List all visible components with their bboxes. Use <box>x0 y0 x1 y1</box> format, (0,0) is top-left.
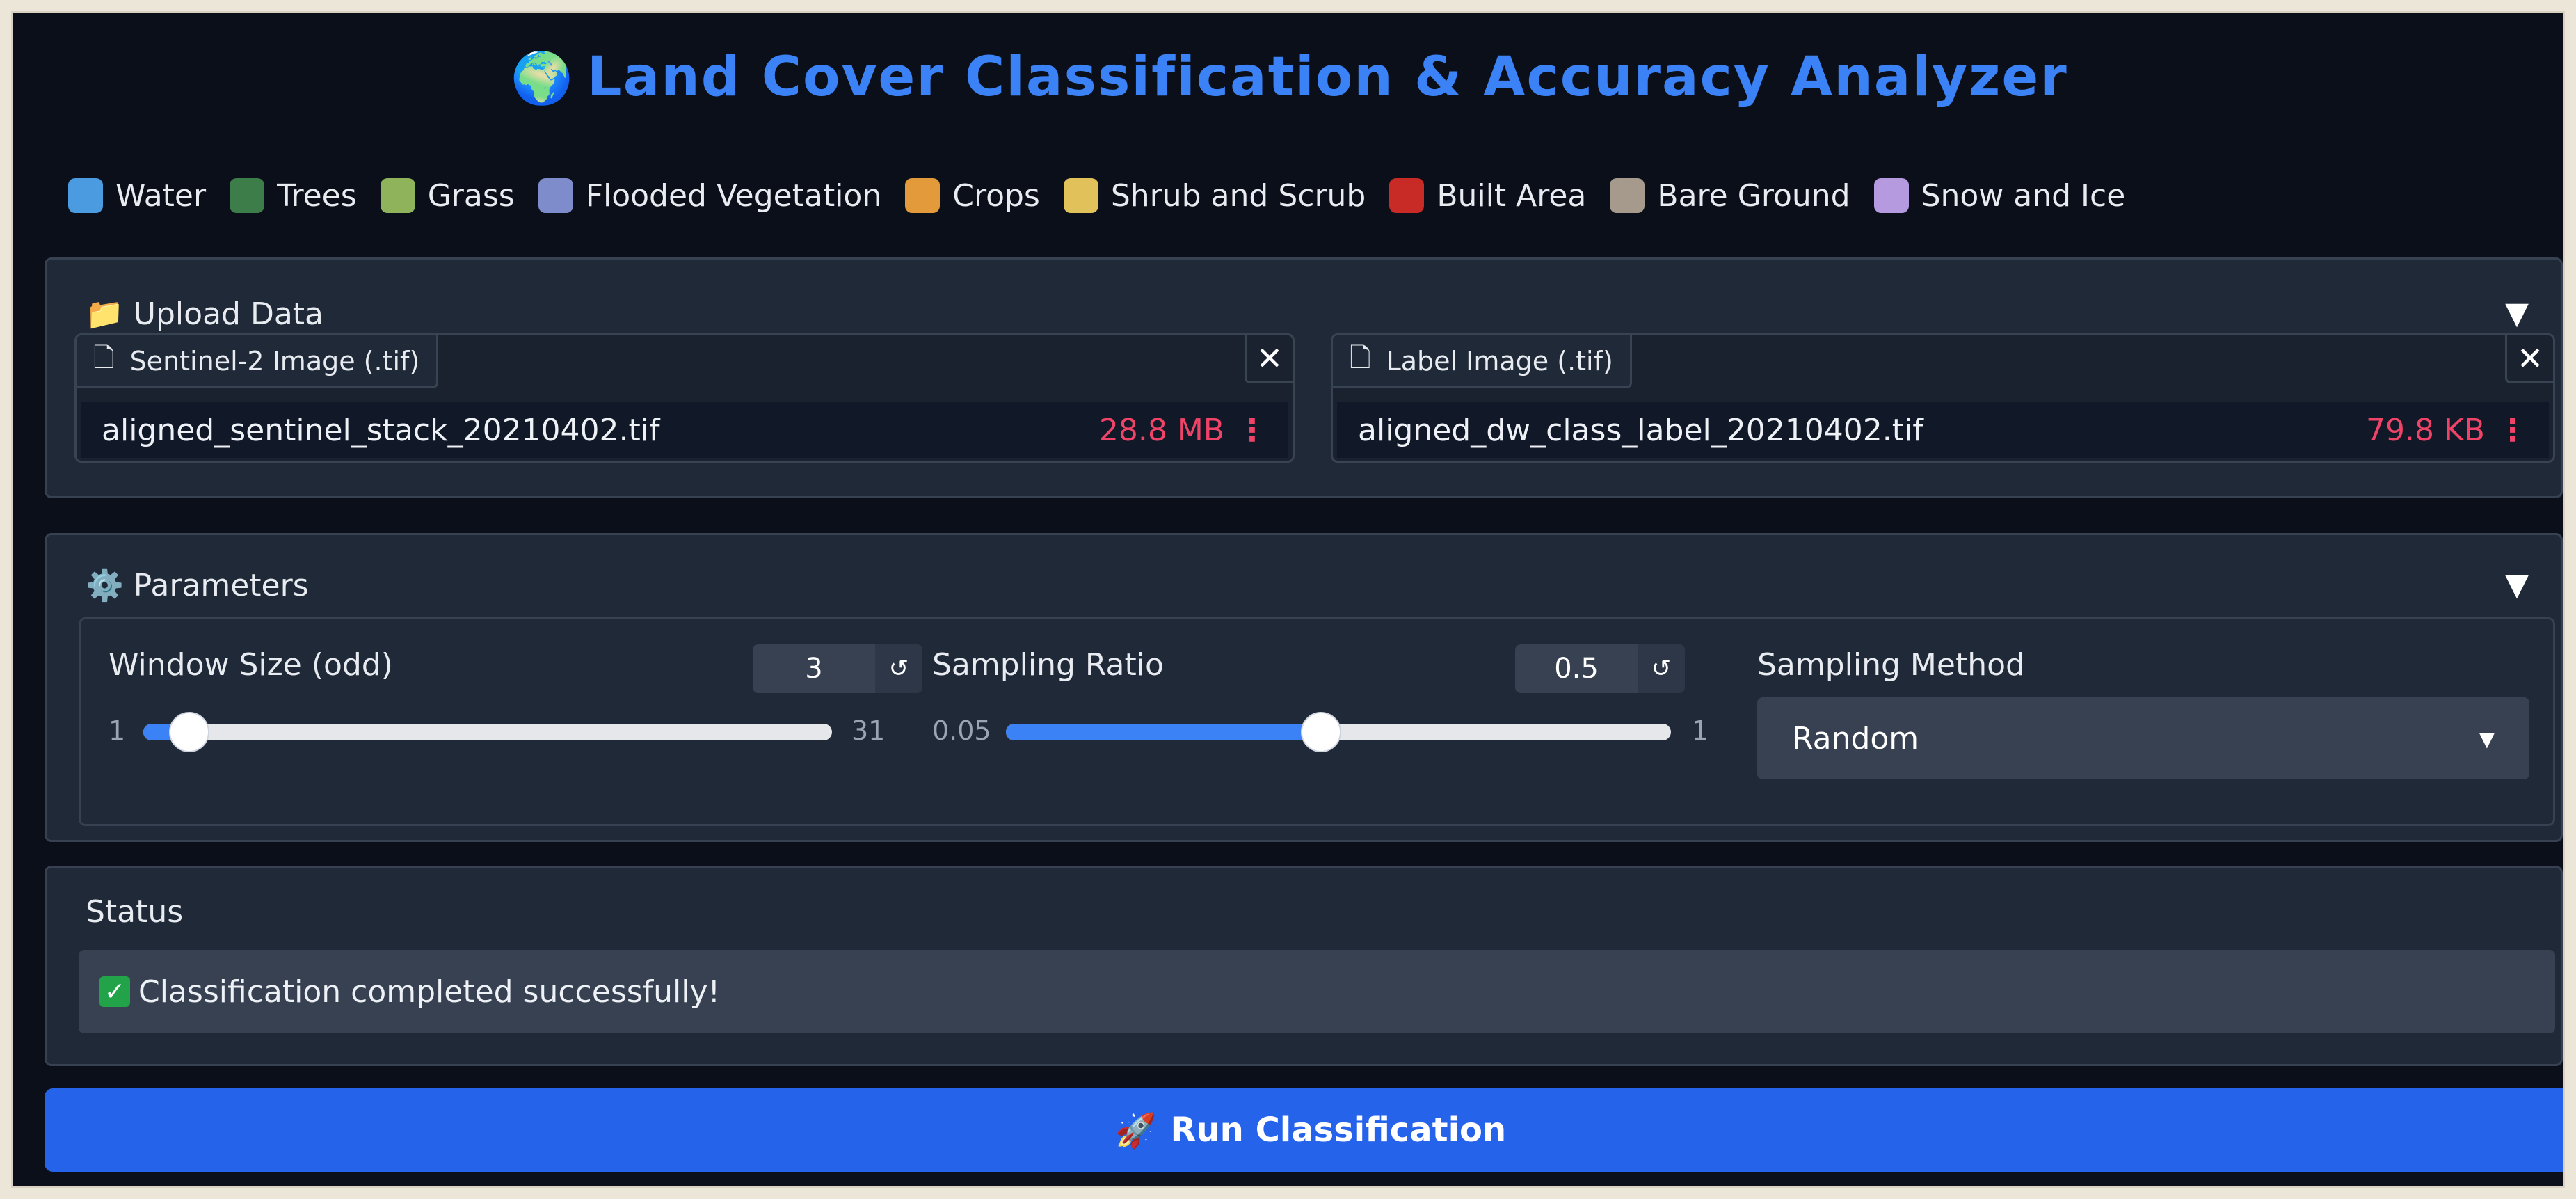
collapse-toggle-icon[interactable]: ▼ <box>2505 296 2529 331</box>
legend-swatch <box>230 178 265 213</box>
title-text: Land Cover Classification & Accuracy Ana… <box>586 46 2068 109</box>
status-message: Classification completed successfully! <box>138 974 721 1010</box>
parameters-header[interactable]: ⚙️ Parameters <box>86 567 309 604</box>
window-size-max: 31 <box>851 715 886 746</box>
gear-icon: ⚙️ <box>86 568 124 603</box>
rocket-icon: 🚀 <box>1114 1111 1157 1150</box>
legend-item: Crops <box>905 178 1040 214</box>
sentinel-file-tag: 🗋 Sentinel-2 Image (.tif) <box>77 335 439 388</box>
legend-label: Trees <box>277 177 357 214</box>
status-panel: Status ✓ Classification completed succes… <box>45 866 2563 1066</box>
legend-item: Snow and Ice <box>1873 177 2126 214</box>
parameters-title: Parameters <box>133 567 309 603</box>
sampling-method-dropdown[interactable]: Random ▾ <box>1757 697 2529 779</box>
label-file-tag: 🗋 Label Image (.tif) <box>1333 335 1632 388</box>
more-options-icon[interactable]: ⋮ <box>1237 413 1267 448</box>
sentinel-file-label: Sentinel-2 Image (.tif) <box>129 345 420 376</box>
sampling-ratio-slider-thumb[interactable] <box>1301 712 1342 752</box>
legend-label: Snow and Ice <box>1921 177 2126 214</box>
legend-label: Flooded Vegetation <box>585 177 882 214</box>
file-name: aligned_dw_class_label_20210402.tif <box>1358 412 1923 448</box>
legend-item: Shrub and Scrub <box>1063 177 1366 214</box>
run-classification-button[interactable]: 🚀 Run Classification <box>45 1088 2563 1172</box>
more-options-icon[interactable]: ⋮ <box>2497 413 2528 448</box>
app-window: 🌍 Land Cover Classification & Accuracy An… <box>11 11 2565 1188</box>
sampling-ratio-min: 0.05 <box>932 715 991 746</box>
file-icon: 🗋 <box>93 342 115 373</box>
sampling-ratio-label: Sampling Ratio <box>932 647 1164 683</box>
sampling-ratio-max: 1 <box>1692 715 1709 746</box>
window-size-input[interactable]: 3 ↺ <box>753 644 922 693</box>
legend-item: Grass <box>380 177 515 214</box>
upload-data-title: Upload Data <box>133 296 324 332</box>
folder-icon: 📁 <box>86 296 124 332</box>
legend-label: Built Area <box>1437 177 1587 214</box>
class-legend: Water Trees Grass Flooded Vegetation Crops Sh… <box>68 171 2125 220</box>
sampling-ratio-value[interactable]: 0.5 <box>1515 644 1638 693</box>
window-size-slider-track[interactable] <box>143 724 832 740</box>
legend-label: Crops <box>952 177 1040 214</box>
legend-item: Flooded Vegetation <box>538 177 882 214</box>
sampling-ratio-slider-fill <box>1006 724 1322 740</box>
label-file-label: Label Image (.tif) <box>1386 345 1613 376</box>
legend-label: Shrub and Scrub <box>1110 177 1366 214</box>
check-icon: ✓ <box>99 976 130 1007</box>
legend-swatch <box>905 178 941 213</box>
close-icon[interactable]: ✕ <box>1245 335 1293 383</box>
chevron-down-icon: ▾ <box>2479 720 2495 756</box>
status-label: Status <box>86 894 184 930</box>
run-classification-label: Run Classification <box>1170 1111 1507 1150</box>
file-item: aligned_sentinel_stack_20210402.tif 28.8… <box>81 402 1288 458</box>
collapse-toggle-icon[interactable]: ▼ <box>2505 567 2529 603</box>
window-size-min: 1 <box>109 715 126 746</box>
upload-data-panel: 📁 Upload Data ▼ 🗋 Sentinel-2 Image (.tif… <box>45 257 2563 498</box>
globe-icon: 🌍 <box>511 49 575 107</box>
legend-item: Bare Ground <box>1610 178 1850 214</box>
legend-label: Grass <box>427 177 515 214</box>
file-icon: 🗋 <box>1350 342 1371 373</box>
reset-icon[interactable]: ↺ <box>1638 644 1685 693</box>
legend-swatch <box>1610 178 1645 213</box>
legend-item: Built Area <box>1389 178 1586 214</box>
legend-swatch <box>1063 178 1098 213</box>
file-item: aligned_dw_class_label_20210402.tif 79.8… <box>1337 402 2549 458</box>
parameters-panel: ⚙️ Parameters ▼ Window Size (odd) 3 ↺ 1 … <box>45 533 2563 842</box>
legend-label: Bare Ground <box>1657 177 1850 214</box>
sampling-method-value: Random <box>1792 720 1919 756</box>
close-icon[interactable]: ✕ <box>2505 335 2553 383</box>
sentinel-file-upload[interactable]: 🗋 Sentinel-2 Image (.tif) ✕ aligned_sent… <box>74 333 1295 463</box>
legend-swatch <box>1873 178 1909 213</box>
legend-item: Trees <box>230 178 357 214</box>
file-size: 79.8 KB <box>2366 412 2485 448</box>
upload-data-header[interactable]: 📁 Upload Data <box>86 296 324 333</box>
window-size-slider-thumb[interactable] <box>169 712 210 752</box>
label-file-upload[interactable]: 🗋 Label Image (.tif) ✕ aligned_dw_class_… <box>1331 333 2555 463</box>
legend-item: Water <box>68 178 206 214</box>
legend-swatch <box>1389 178 1425 213</box>
reset-icon[interactable]: ↺ <box>875 644 922 693</box>
window-size-value[interactable]: 3 <box>753 644 875 693</box>
file-size: 28.8 MB <box>1098 412 1224 448</box>
legend-swatch <box>68 178 103 213</box>
legend-swatch <box>538 178 573 213</box>
file-name: aligned_sentinel_stack_20210402.tif <box>102 412 660 448</box>
page-title: 🌍 Land Cover Classification & Accuracy An… <box>13 46 2563 109</box>
legend-swatch <box>380 178 415 213</box>
window-size-label: Window Size (odd) <box>109 647 393 683</box>
sampling-method-label: Sampling Method <box>1757 647 2025 683</box>
parameters-group: Window Size (odd) 3 ↺ 1 31 Sampling Rati… <box>79 617 2555 826</box>
status-textbox: ✓ Classification completed successfully! <box>79 950 2555 1033</box>
legend-label: Water <box>115 177 207 214</box>
sampling-ratio-input[interactable]: 0.5 ↺ <box>1515 644 1685 693</box>
